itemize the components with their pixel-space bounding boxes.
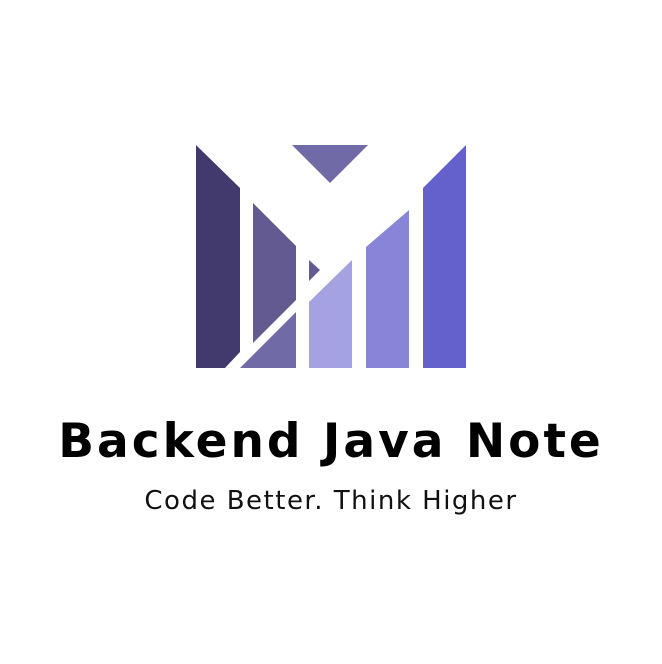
brand-title: Backend Java Note <box>58 414 604 469</box>
logo-small-diamond <box>309 260 320 281</box>
logo-right-bar <box>423 145 466 368</box>
logo-top-triangle <box>292 145 368 183</box>
m-bar-logo-icon <box>196 145 466 368</box>
logo-center-bar <box>309 260 352 368</box>
logo-inner-right-bar <box>366 210 409 368</box>
brand-tagline: Code Better. Think Higher <box>144 486 518 516</box>
logo-left-bar <box>196 145 240 368</box>
